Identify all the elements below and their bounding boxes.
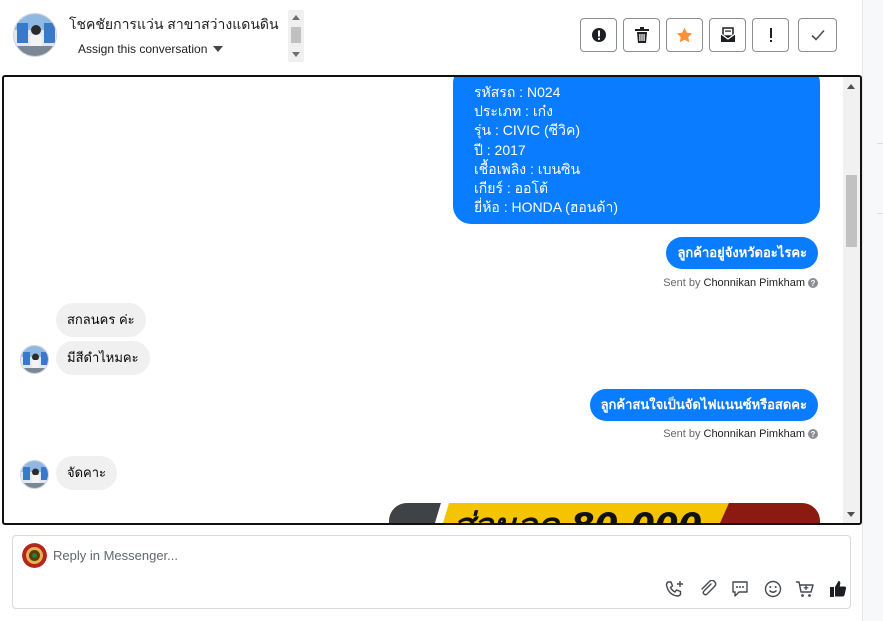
archive-icon (720, 27, 735, 42)
reply-composer (12, 535, 851, 609)
trash-icon (634, 27, 649, 43)
sent-by-label: Sent by Chonnikan Pimkham ? (663, 277, 818, 289)
mark-done-button[interactable] (798, 18, 837, 52)
side-panel-edge (862, 0, 883, 621)
help-icon[interactable]: ? (808, 278, 818, 288)
archive-button[interactable] (709, 18, 746, 52)
mark-spam-button[interactable] (580, 18, 617, 52)
spam-icon (591, 28, 606, 42)
sent-by-label: Sent by Chonnikan Pimkham ? (663, 428, 818, 440)
car-info-line: ยี่ห้อ : HONDA (ฮอนด้า) (474, 199, 618, 216)
send-like-button[interactable] (822, 578, 855, 600)
conversation-toolbar (580, 18, 837, 52)
conversation-header: โชคชัยการแว่น สาขาสว่างแดนดิน Assign thi… (0, 0, 862, 75)
car-info-line: เกียร์ : ออโต้ (474, 179, 549, 196)
delete-button[interactable] (623, 18, 660, 52)
incoming-message[interactable]: จัดคาะ (56, 456, 118, 490)
help-icon[interactable]: ? (808, 429, 818, 439)
contact-avatar-small[interactable] (20, 345, 49, 374)
title-scrollbar[interactable] (288, 10, 304, 62)
thread-scrollbar[interactable] (843, 77, 860, 523)
paperclip-icon (701, 580, 717, 596)
scroll-up-arrow (847, 84, 855, 89)
car-info-message[interactable]: รหัสรถ : N024 ประเภท : เก๋ง รุ่น : CIVIC… (453, 77, 820, 224)
car-info-line: เชื้อเพลิง : เบนซิน (474, 160, 581, 177)
cart-icon (796, 581, 814, 597)
star-button[interactable] (666, 18, 703, 52)
scroll-down-arrow (847, 512, 855, 517)
call-button[interactable] (659, 578, 692, 600)
attach-button[interactable] (692, 578, 725, 600)
sender-name: Chonnikan Pimkham (703, 428, 806, 440)
scroll-thumb (846, 175, 857, 247)
incoming-message[interactable]: มีสีดำไหมคะ (56, 341, 150, 375)
composer-toolbar (659, 578, 854, 600)
outgoing-message[interactable]: ลูกค้าสนใจเป็นจัดไฟแนนซ์หรือสดคะ (589, 389, 818, 421)
conversation-title: โชคชัยการแว่น สาขาสว่างแดนดิน (69, 16, 279, 32)
promo-text: ส่วนลด 80,000 (453, 506, 702, 525)
emoji-icon (764, 580, 781, 598)
contact-avatar-small[interactable] (20, 460, 49, 489)
page-avatar (22, 543, 47, 568)
add-to-cart-button[interactable] (789, 578, 822, 600)
assign-conversation-dropdown[interactable]: Assign this conversation (78, 42, 224, 56)
phone-plus-icon (666, 581, 684, 597)
emoji-button[interactable] (757, 578, 790, 600)
check-icon (810, 29, 825, 41)
car-info-line: รหัสรถ : N024 (474, 84, 561, 100)
reply-input[interactable] (53, 542, 813, 568)
car-info-line: ปี : 2017 (474, 141, 526, 158)
like-icon (829, 581, 846, 597)
contact-avatar[interactable] (13, 13, 57, 57)
saved-reply-icon (732, 581, 748, 597)
caret-down-icon (213, 46, 224, 52)
outgoing-message[interactable]: ลูกค้าอยู่จังหวัดอะไรคะ (666, 237, 818, 269)
star-icon (676, 27, 693, 43)
incoming-message[interactable]: สกลนคร ค่ะ (56, 303, 146, 337)
car-info-line: ประเภท : เก๋ง (474, 103, 553, 120)
sender-name: Chonnikan Pimkham (703, 277, 806, 289)
exclamation-icon (769, 28, 772, 42)
car-info-line: รุ่น : CIVIC (ซีวิค) (474, 122, 581, 139)
message-thread[interactable]: รหัสรถ : N024 ประเภท : เก๋ง รุ่น : CIVIC… (2, 75, 862, 525)
assign-label: Assign this conversation (78, 42, 208, 56)
promo-image-message[interactable]: ส่วนลด 80,000 (389, 503, 820, 525)
saved-replies-button[interactable] (724, 578, 757, 600)
mark-important-button[interactable] (752, 18, 789, 52)
